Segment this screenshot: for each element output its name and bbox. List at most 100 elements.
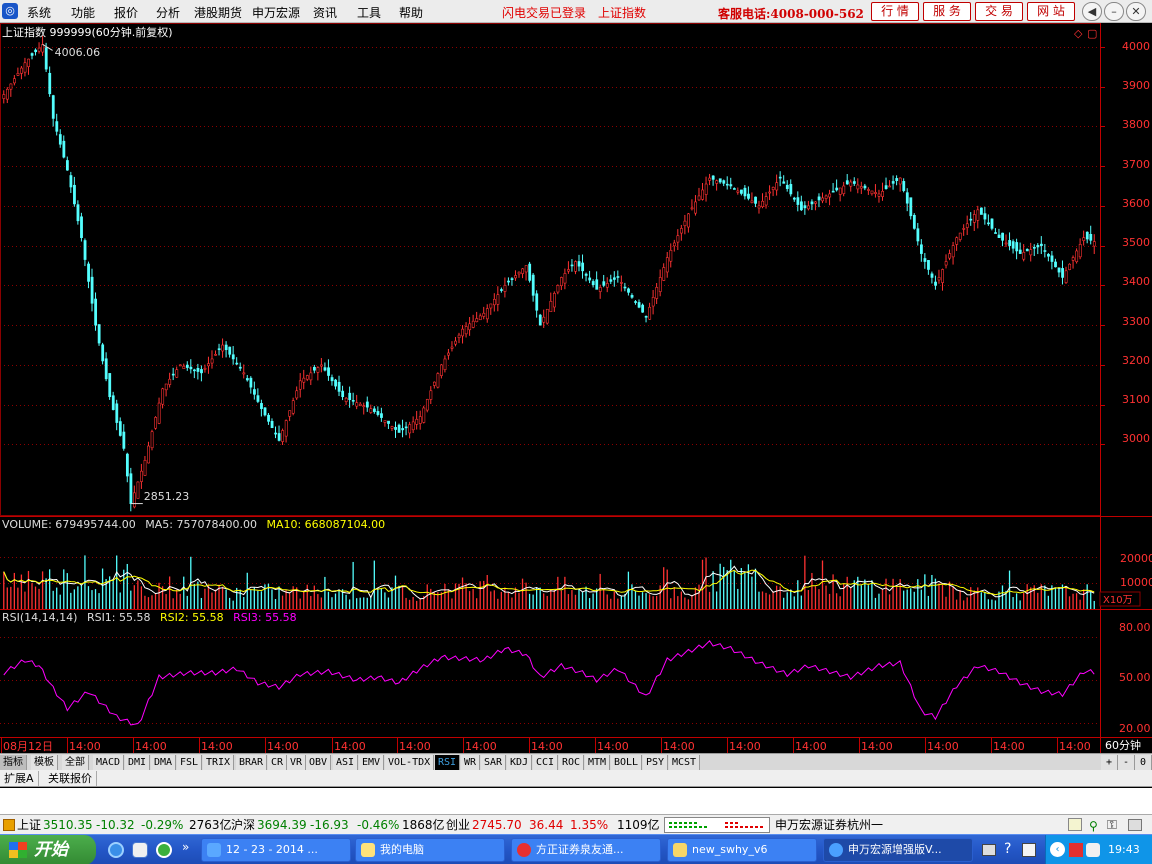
tab-emv[interactable]: EMV: [359, 755, 385, 770]
candle-body: [958, 232, 962, 240]
task-fangzheng[interactable]: 方正证券泉友通...: [511, 838, 661, 862]
tab-vr[interactable]: VR: [287, 755, 307, 770]
menu-hk-futures[interactable]: 港股期货: [194, 4, 242, 21]
menu-tools[interactable]: 工具: [357, 4, 381, 21]
candle-body: [111, 395, 115, 410]
zoom-reset-button[interactable]: 0: [1135, 755, 1152, 770]
candle-body: [736, 190, 740, 193]
tab-dmi[interactable]: DMI: [125, 755, 151, 770]
task-folder[interactable]: new_swhy_v6: [667, 838, 817, 862]
tab-asi[interactable]: ASI: [333, 755, 359, 770]
tab-obv[interactable]: OBV: [306, 755, 332, 770]
candle-body: [1050, 255, 1054, 262]
price-panel-frame: [0, 23, 1101, 516]
candle-body: [358, 403, 362, 406]
candle-body: [574, 261, 577, 272]
tab-boll[interactable]: BOLL: [611, 755, 643, 770]
tab-mcst[interactable]: MCST: [669, 755, 701, 770]
nav-service-button[interactable]: 服 务: [923, 2, 971, 21]
close-icon[interactable]: ✕: [1126, 2, 1146, 21]
candle-body: [147, 445, 150, 464]
tab-related-quotes[interactable]: 关联报价: [44, 771, 97, 786]
minimize-icon[interactable]: –: [1104, 2, 1124, 21]
tab-fsl[interactable]: FSL: [177, 755, 203, 770]
browser-icon[interactable]: [156, 842, 172, 858]
candle-body: [164, 383, 168, 391]
market-index-link[interactable]: 上证指数: [598, 4, 646, 21]
desktop-icon[interactable]: [132, 842, 148, 858]
menu-help[interactable]: 帮助: [399, 4, 423, 21]
hs-index-amount: 1868亿: [402, 818, 445, 832]
tab-mtm[interactable]: MTM: [585, 755, 611, 770]
tab-psy[interactable]: PSY: [643, 755, 669, 770]
menu-news[interactable]: 资讯: [313, 4, 337, 21]
help-icon[interactable]: ?: [1004, 841, 1011, 857]
chart-grid: [0, 23, 1152, 753]
zoom-out-button[interactable]: -: [1118, 755, 1135, 770]
nav-website-button[interactable]: 网 站: [1027, 2, 1075, 21]
candle-body: [683, 220, 687, 227]
candle-body: [835, 187, 839, 191]
chart-expand-icon[interactable]: ◇: [1074, 27, 1083, 40]
tab-cr[interactable]: CR: [268, 755, 288, 770]
kline-chart[interactable]: 上证指数 999999(60分钟.前复权) ◇ ▢ 4000 3900 3800…: [0, 23, 1152, 753]
index-rank-icon[interactable]: [3, 819, 15, 831]
tab-roc[interactable]: ROC: [559, 755, 585, 770]
candle-body: [542, 316, 546, 323]
candle-body: [584, 273, 588, 276]
start-button[interactable]: 开始: [0, 835, 96, 864]
tab-dma[interactable]: DMA: [151, 755, 177, 770]
task-ie-window[interactable]: 12 - 23 - 2014 ...: [201, 838, 351, 862]
tab-trix[interactable]: TRIX: [203, 755, 235, 770]
tab-extension-a[interactable]: 扩展A: [0, 771, 39, 786]
candle-body: [605, 283, 609, 288]
tray-shield-icon[interactable]: [1086, 843, 1100, 857]
flash-trade-status[interactable]: 闪电交易已登录: [502, 4, 586, 21]
rsi-tick: 80.00: [1119, 621, 1151, 634]
menu-system[interactable]: 系统: [27, 4, 51, 21]
zoom-in-button[interactable]: +: [1101, 755, 1118, 770]
candle-body: [168, 378, 172, 385]
candle-body: [101, 344, 105, 362]
task-my-computer[interactable]: 我的电脑: [355, 838, 505, 862]
signal-icon[interactable]: ⚲: [1089, 816, 1103, 833]
message-icon[interactable]: [1068, 818, 1082, 831]
tab-vol-tdx[interactable]: VOL-TDX: [385, 755, 435, 770]
tab-wr[interactable]: WR: [461, 755, 481, 770]
tab-cci[interactable]: CCI: [533, 755, 559, 770]
menu-function[interactable]: 功能: [71, 4, 95, 21]
candle-body: [905, 192, 909, 204]
menu-quote[interactable]: 报价: [114, 4, 138, 21]
candle-body: [270, 420, 274, 429]
menu-analysis[interactable]: 分析: [156, 4, 180, 21]
tab-template[interactable]: 模板: [31, 755, 58, 770]
tab-all[interactable]: 全部: [62, 755, 89, 770]
tray-expand-icon[interactable]: ‹: [1050, 842, 1065, 857]
tab-kdj[interactable]: KDJ: [507, 755, 533, 770]
ie-icon[interactable]: [108, 842, 124, 858]
quicklaunch-expand-icon[interactable]: »: [182, 840, 189, 854]
lock-icon[interactable]: ⚿: [1107, 816, 1123, 836]
tab-brar[interactable]: BRAR: [236, 755, 268, 770]
candle-body: [898, 177, 902, 185]
task-swhy-app[interactable]: 申万宏源增强版V...: [823, 838, 973, 862]
keyboard-icon[interactable]: [982, 844, 996, 856]
candle-body: [1032, 246, 1036, 249]
candle-body: [489, 303, 493, 309]
candle-body: [955, 237, 959, 245]
tab-rsi[interactable]: RSI: [435, 755, 461, 770]
tab-macd[interactable]: MACD: [93, 755, 125, 770]
candle-body: [630, 295, 634, 298]
nav-trade-button[interactable]: 交 易: [975, 2, 1023, 21]
tab-sar[interactable]: SAR: [481, 755, 507, 770]
menu-swhy[interactable]: 申万宏源: [252, 4, 300, 21]
tab-indicator[interactable]: 指标: [0, 755, 27, 770]
chart-restore-icon[interactable]: ▢: [1087, 27, 1097, 40]
candle-body: [1071, 257, 1075, 261]
period-selector[interactable]: 60分钟: [1105, 738, 1141, 752]
tray-window-icon[interactable]: [1022, 843, 1036, 857]
nav-quote-button[interactable]: 行 情: [871, 2, 919, 21]
back-icon[interactable]: ◀: [1082, 2, 1102, 21]
tray-flag-icon[interactable]: [1069, 843, 1083, 857]
settings-icon[interactable]: [1128, 819, 1142, 831]
